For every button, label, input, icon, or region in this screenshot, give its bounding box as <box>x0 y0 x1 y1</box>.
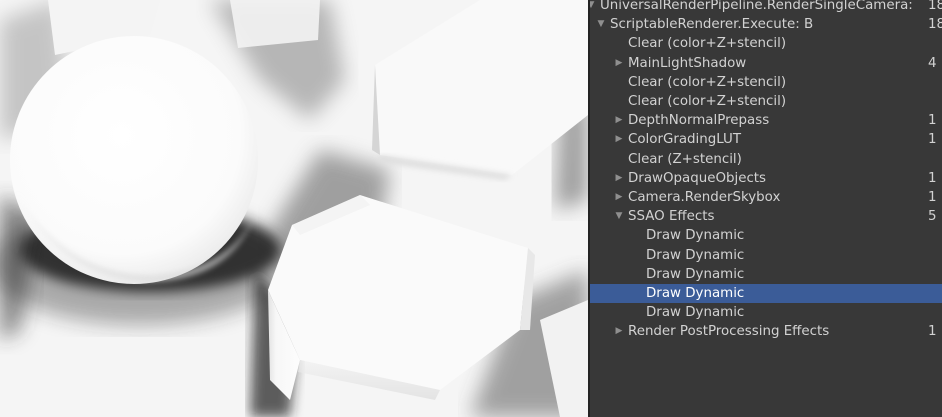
collapsed-triangle-icon[interactable]: ▶ <box>614 111 624 130</box>
event-label: Draw Dynamic <box>646 247 745 263</box>
expanded-triangle-icon[interactable]: ▼ <box>596 15 606 34</box>
draw-call-count: 1 <box>928 324 937 340</box>
event-label: DepthNormalPrepass <box>628 113 770 129</box>
event-label: Draw Dynamic <box>646 266 745 282</box>
event-label: Draw Dynamic <box>646 305 745 321</box>
event-label: DrawOpaqueObjects <box>628 170 767 186</box>
expanded-triangle-icon[interactable]: ▼ <box>590 0 596 15</box>
event-label: Draw Dynamic <box>646 286 745 301</box>
draw-call-count: 5 <box>928 209 937 225</box>
draw-call-count: 4 <box>928 55 937 71</box>
draw-call-count: 1 <box>928 113 937 129</box>
collapsed-triangle-icon[interactable]: ▶ <box>614 54 624 73</box>
event-label: ScriptableRenderer.Execute: B <box>610 17 814 33</box>
event-row[interactable]: ▶ ColorGradingLUT 1 <box>590 130 942 149</box>
event-label: MainLightShadow <box>628 55 747 71</box>
event-label: Camera.RenderSkybox <box>628 190 781 205</box>
frame-debugger-event-list[interactable]: ▼ UniversalRenderPipeline.RenderSingleCam… <box>590 0 942 417</box>
draw-call-count: 18 <box>928 17 942 33</box>
event-row[interactable]: Draw Dynamic <box>590 265 942 284</box>
event-label: UniversalRenderPipeline.RenderSingleCame… <box>600 0 913 13</box>
event-row[interactable]: ▶ Render PostProcessing Effects 1 <box>590 322 942 341</box>
ssao-render-image <box>0 0 588 417</box>
event-row[interactable]: Draw Dynamic <box>590 226 942 245</box>
event-label: Clear (color+Z+stencil) <box>628 94 787 109</box>
draw-call-count: 1 <box>928 132 937 148</box>
draw-call-count: 1 <box>928 170 937 186</box>
event-row[interactable]: ▶ Camera.RenderSkybox 1 <box>590 188 942 207</box>
event-label: Render PostProcessing Effects <box>628 324 830 340</box>
event-row[interactable]: Clear (color+Z+stencil) <box>590 92 942 111</box>
collapsed-triangle-icon[interactable]: ▶ <box>614 188 624 207</box>
event-row[interactable]: ▶ DepthNormalPrepass 1 <box>590 111 942 130</box>
draw-call-count: 18 <box>928 0 942 13</box>
event-row[interactable]: Clear (Z+stencil) <box>590 150 942 169</box>
event-row[interactable]: ▼ SSAO Effects 5 <box>590 207 942 226</box>
event-row-selected[interactable]: Draw Dynamic <box>590 284 942 303</box>
event-label: Clear (color+Z+stencil) <box>628 36 787 52</box>
event-row[interactable]: Clear (color+Z+stencil) <box>590 34 942 53</box>
draw-call-count: 1 <box>928 190 937 205</box>
event-row[interactable]: Clear (color+Z+stencil) <box>590 73 942 92</box>
collapsed-triangle-icon[interactable]: ▶ <box>614 130 624 149</box>
scene-view[interactable] <box>0 0 588 417</box>
event-row[interactable]: Draw Dynamic <box>590 246 942 265</box>
event-label: SSAO Effects <box>628 209 715 225</box>
event-label: Draw Dynamic <box>646 228 745 244</box>
expanded-triangle-icon[interactable]: ▼ <box>614 207 624 226</box>
event-row[interactable]: ▶ DrawOpaqueObjects 1 <box>590 169 942 188</box>
event-row[interactable]: Draw Dynamic <box>590 303 942 322</box>
event-label: Clear (Z+stencil) <box>628 151 742 167</box>
event-row[interactable]: ▼ ScriptableRenderer.Execute: B 18 <box>590 15 942 34</box>
event-row[interactable]: ▶ MainLightShadow 4 <box>590 54 942 73</box>
event-label: Clear (color+Z+stencil) <box>628 74 787 90</box>
collapsed-triangle-icon[interactable]: ▶ <box>614 322 624 341</box>
event-row[interactable]: ▼ UniversalRenderPipeline.RenderSingleCam… <box>590 0 942 15</box>
event-label: ColorGradingLUT <box>628 132 742 148</box>
collapsed-triangle-icon[interactable]: ▶ <box>614 169 624 188</box>
